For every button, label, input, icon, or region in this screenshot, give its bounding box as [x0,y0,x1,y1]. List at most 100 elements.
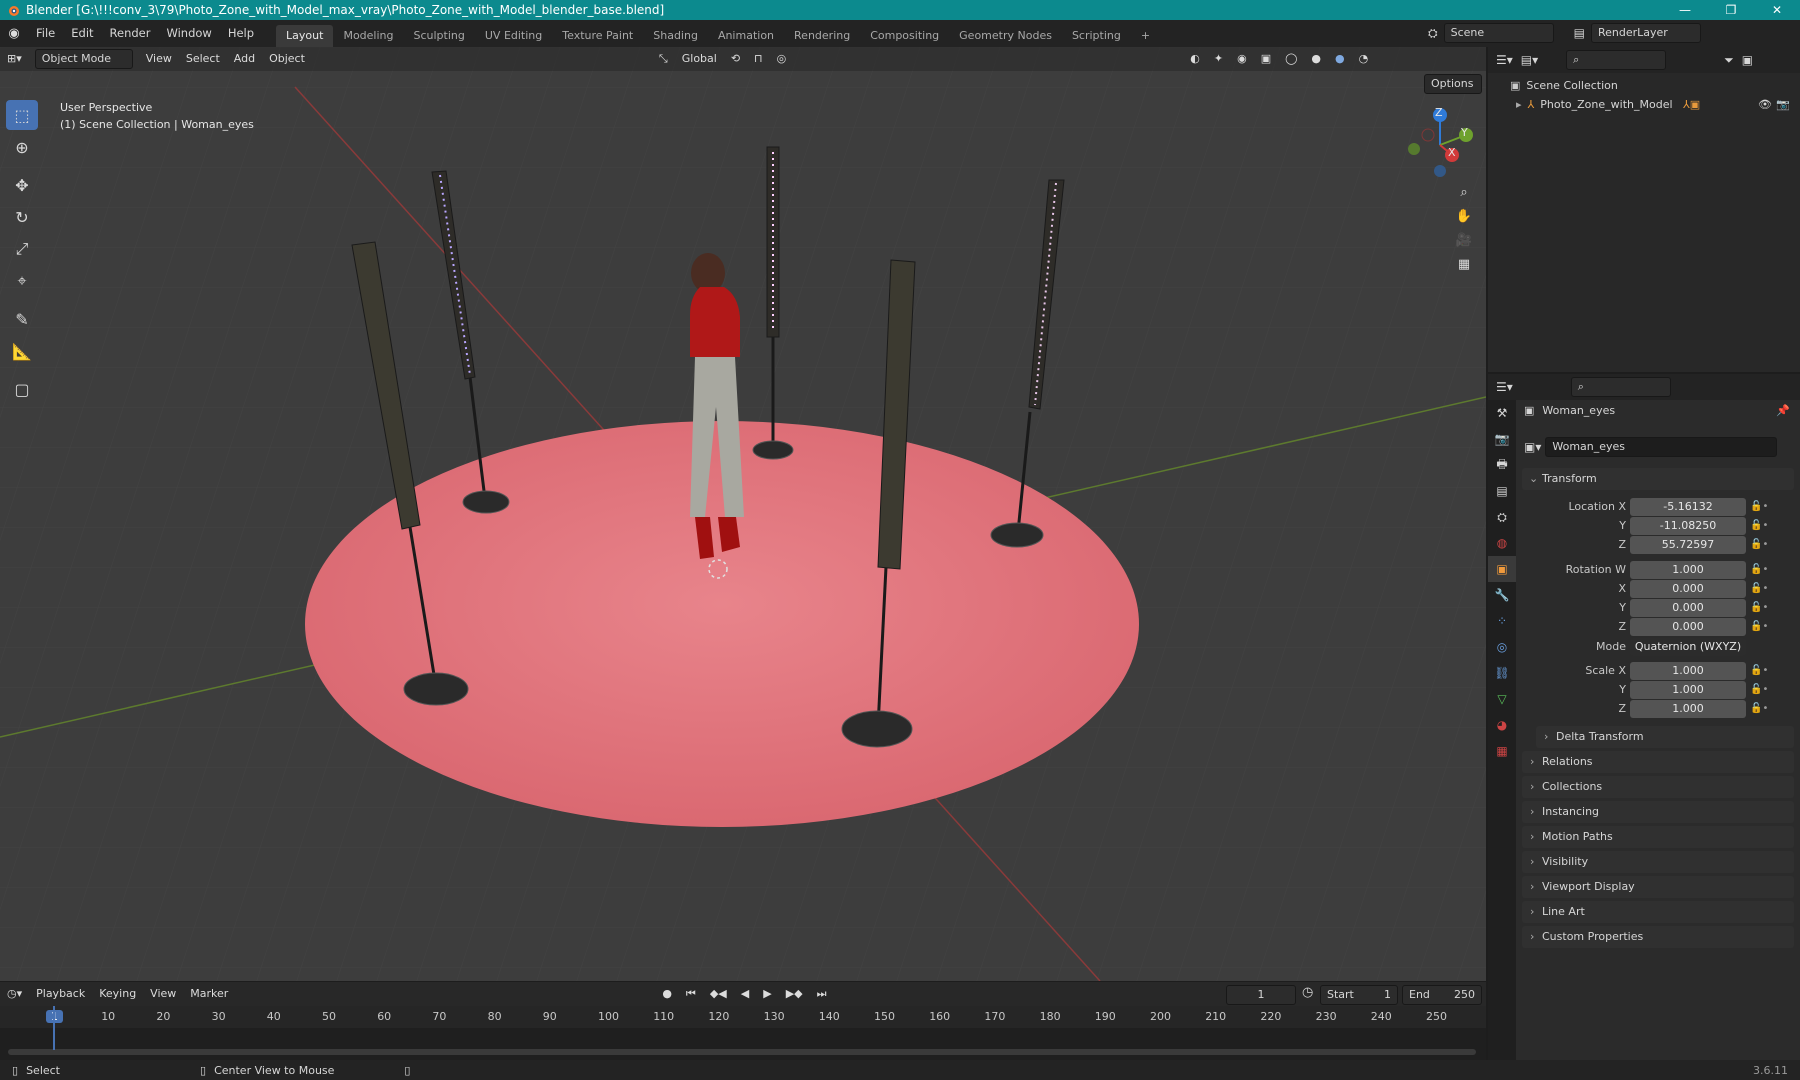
rotation-y-field[interactable]: 0.000 [1630,599,1746,617]
timeline[interactable]: 1102030405060708090100110120130140150160… [0,1006,1486,1068]
rotation-z-field[interactable]: 0.000 [1630,618,1746,636]
xray-icon[interactable]: ▣ [1254,47,1278,71]
move-icon[interactable]: ✥ [6,170,38,200]
tab-animation[interactable]: Animation [708,25,784,47]
prev-keyframe-icon[interactable]: ◆◀ [703,982,734,1006]
pan-hand-icon[interactable]: ✋ [1452,204,1476,228]
menu-window[interactable]: Window [158,20,219,47]
tab-uv-editing[interactable]: UV Editing [475,25,552,47]
lock-icon[interactable]: 🔓• [1750,498,1768,516]
tool-tab-icon[interactable]: ⚒ [1488,400,1516,426]
physics-tab-icon[interactable]: ◎ [1488,634,1516,660]
scene-selector[interactable]: Scene [1443,23,1554,43]
transform-panel-header[interactable]: ⌄ Transform [1522,468,1794,490]
view-menu[interactable]: View [139,47,179,71]
timeline-scrollbar[interactable] [8,1049,1476,1055]
measure-icon[interactable]: 📐 [6,336,38,366]
custom-properties-panel[interactable]: Custom Properties [1522,926,1794,948]
lock-icon[interactable]: 🔓• [1750,517,1768,535]
tab-shading[interactable]: Shading [643,25,708,47]
line-art-panel[interactable]: Line Art [1522,901,1794,923]
expand-arrow-icon[interactable]: ▸ [1516,98,1522,111]
zoom-icon[interactable]: ⌕ [1452,180,1476,204]
modifier-tab-icon[interactable]: 🔧 [1488,582,1516,608]
select-box-icon[interactable]: ⬚ [6,100,38,130]
mode-selector[interactable]: Object Mode [34,49,133,69]
scale-y-field[interactable]: 1.000 [1630,681,1746,699]
tab-modeling[interactable]: Modeling [333,25,403,47]
start-frame-field[interactable]: Start 1 [1320,985,1398,1005]
lock-icon[interactable]: 🔓• [1750,700,1768,718]
wireframe-shading-icon[interactable]: ◯ [1278,47,1304,71]
motion-paths-panel[interactable]: Motion Paths [1522,826,1794,848]
tab-compositing[interactable]: Compositing [860,25,949,47]
scale-x-field[interactable]: 1.000 [1630,662,1746,680]
render-camera-icon[interactable]: 📷 [1776,98,1790,111]
menu-render[interactable]: Render [102,20,159,47]
instancing-panel[interactable]: Instancing [1522,801,1794,823]
lock-icon[interactable]: 🔓• [1750,561,1768,579]
object-tab-icon[interactable]: ▣ [1488,556,1516,582]
menu-help[interactable]: Help [220,20,262,47]
tab-texture-paint[interactable]: Texture Paint [552,25,643,47]
proportional-edit-icon[interactable]: ◎ [770,47,794,71]
gizmo-icon[interactable]: ✦ [1207,47,1230,71]
world-tab-icon[interactable]: ◍ [1488,530,1516,556]
rotation-x-field[interactable]: 0.000 [1630,580,1746,598]
scale-z-field[interactable]: 1.000 [1630,700,1746,718]
next-keyframe-icon[interactable]: ▶◆ [779,982,810,1006]
snap-icon[interactable]: ⊓ [747,47,770,71]
location-z-field[interactable]: 55.72597 [1630,536,1746,554]
new-collection-icon[interactable]: ▣ [1742,53,1753,67]
minimize-button[interactable]: — [1662,0,1708,20]
menu-file[interactable]: File [28,20,63,47]
jump-start-icon[interactable]: ⏮ [679,982,703,1006]
lock-icon[interactable]: 🔓• [1750,681,1768,699]
lock-icon[interactable]: 🔓• [1750,580,1768,598]
camera-view-icon[interactable]: 🎥 [1452,228,1476,252]
render-layer-selector[interactable]: RenderLayer [1590,23,1701,43]
pivot-icon[interactable]: ⟲ [724,47,747,71]
marker-menu[interactable]: Marker [183,982,235,1006]
select-menu[interactable]: Select [179,47,227,71]
scene-tab-icon[interactable]: ⛭ [1488,504,1516,530]
record-icon[interactable]: ● [655,982,679,1006]
visibility-panel[interactable]: Visibility [1522,851,1794,873]
properties-editor-icon[interactable]: ☰▾ [1496,380,1513,394]
keying-menu[interactable]: Keying [92,982,143,1006]
location-y-field[interactable]: -11.08250 [1630,517,1746,535]
data-tab-icon[interactable]: ▽ [1488,686,1516,712]
tab-rendering[interactable]: Rendering [784,25,860,47]
particles-tab-icon[interactable]: ⁘ [1488,608,1516,634]
properties-search[interactable]: ⌕ [1570,377,1671,397]
scale-icon[interactable]: ⤢ [6,234,38,264]
add-workspace-button[interactable]: + [1131,25,1160,47]
end-frame-field[interactable]: End 250 [1402,985,1482,1005]
lock-icon[interactable]: 🔓• [1750,599,1768,617]
rendered-shading-icon[interactable]: ◔ [1352,47,1376,71]
clock-icon[interactable]: ◷ [1302,985,1313,1000]
collections-panel[interactable]: Collections [1522,776,1794,798]
playhead[interactable] [53,1006,55,1050]
lock-icon[interactable]: 🔓• [1750,618,1768,636]
object-name-field[interactable]: Woman_eyes [1545,437,1778,457]
transform-icon[interactable]: ⌖ [6,266,38,296]
lock-icon[interactable]: 🔓• [1750,662,1768,680]
3d-viewport[interactable] [0,47,1486,981]
lock-icon[interactable]: 🔓• [1750,536,1768,554]
texture-tab-icon[interactable]: ▦ [1488,738,1516,764]
outliner-root[interactable]: Scene Collection [1526,79,1617,92]
close-button[interactable]: ✕ [1754,0,1800,20]
delta-transform-panel[interactable]: Delta Transform [1536,726,1794,748]
maximize-button[interactable]: ❐ [1708,0,1754,20]
play-reverse-icon[interactable]: ◀ [734,982,756,1006]
annotate-icon[interactable]: ✎ [6,304,38,334]
tab-geometry-nodes[interactable]: Geometry Nodes [949,25,1062,47]
output-tab-icon[interactable]: 🖶 [1488,452,1516,478]
blender-menu-icon[interactable]: ◉ [0,26,28,41]
display-mode-icon[interactable]: ▤▾ [1521,53,1538,67]
material-shading-icon[interactable]: ● [1328,47,1352,71]
orientation-selector[interactable]: Global [675,47,724,71]
add-menu[interactable]: Add [227,47,262,71]
cursor-icon[interactable]: ⊕ [6,132,38,162]
